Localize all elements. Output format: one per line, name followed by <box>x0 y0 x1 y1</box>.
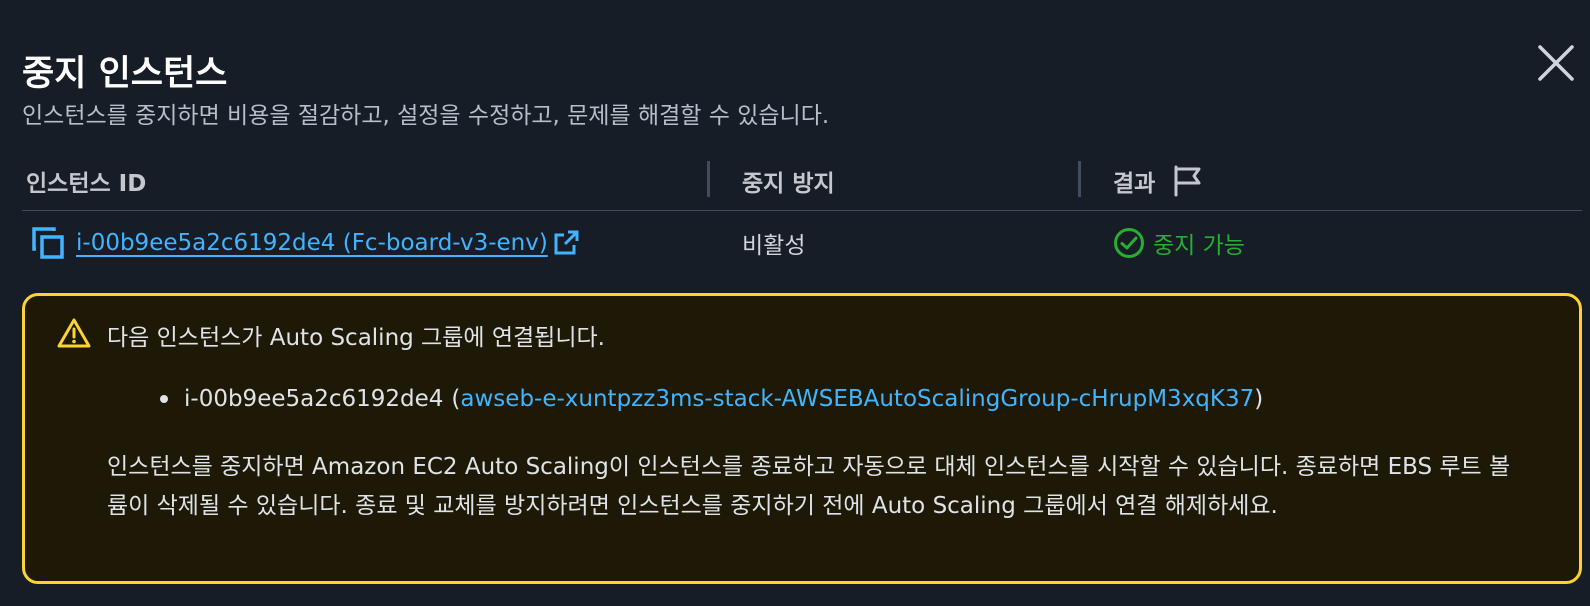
column-header-stop-protection: 중지 방지 <box>742 161 835 201</box>
close-paren: ) <box>1254 386 1264 412</box>
flag-icon[interactable] <box>1173 165 1203 197</box>
top-strip <box>0 0 1590 7</box>
column-divider <box>707 161 710 197</box>
auto-scaling-group-link[interactable]: awseb-e-xuntpzz3ms-stack-AWSEBAutoScalin… <box>460 386 1254 412</box>
close-icon[interactable] <box>1536 43 1576 83</box>
column-header-instance-id: 인스턴스 ID <box>26 161 146 201</box>
alert-heading: 다음 인스턴스가 Auto Scaling 그룹에 연결됩니다. <box>107 325 605 351</box>
list-item: i-00b9ee5a2c6192de4 ( awseb-e-xuntpzz3ms… <box>160 386 1263 412</box>
table-header-divider <box>22 210 1582 211</box>
check-circle-icon <box>1114 228 1144 258</box>
alert-instance-id: i-00b9ee5a2c6192de4 <box>184 386 444 412</box>
table-row: i-00b9ee5a2c6192de4 (Fc-board-v3-env) <box>30 221 580 265</box>
warning-alert: 다음 인스턴스가 Auto Scaling 그룹에 연결됩니다. i-00b9e… <box>22 293 1582 584</box>
external-link-icon[interactable] <box>552 229 580 257</box>
column-header-stop-protection-label: 중지 방지 <box>742 171 835 197</box>
modal-title: 중지 인스턴스 <box>22 54 228 94</box>
modal-subtitle: 인스턴스를 중지하면 비용을 절감하고, 설정을 수정하고, 문제를 해결할 수… <box>22 103 830 129</box>
stop-protection-value: 비활성 <box>742 233 806 259</box>
column-divider <box>1078 161 1081 197</box>
close-button[interactable] <box>1536 43 1576 83</box>
column-header-result: 결과 <box>1113 161 1203 201</box>
column-header-result-label: 결과 <box>1113 171 1156 197</box>
copy-icon[interactable] <box>30 225 66 261</box>
instance-link[interactable]: i-00b9ee5a2c6192de4 (Fc-board-v3-env) <box>76 230 548 256</box>
result-cell: 중지 가능 <box>1113 221 1245 265</box>
alert-body: 인스턴스를 중지하면 Amazon EC2 Auto Scaling이 인스턴스… <box>107 454 1511 519</box>
open-paren: ( <box>451 386 461 412</box>
warning-icon <box>57 318 91 348</box>
result-status: 중지 가능 <box>1153 233 1245 259</box>
stop-instance-modal: 중지 인스턴스 인스턴스를 중지하면 비용을 절감하고, 설정을 수정하고, 문… <box>0 7 1590 606</box>
stop-protection-cell: 비활성 <box>742 221 805 265</box>
column-header-instance-id-label: 인스턴스 ID <box>26 171 147 197</box>
bullet <box>160 395 168 403</box>
